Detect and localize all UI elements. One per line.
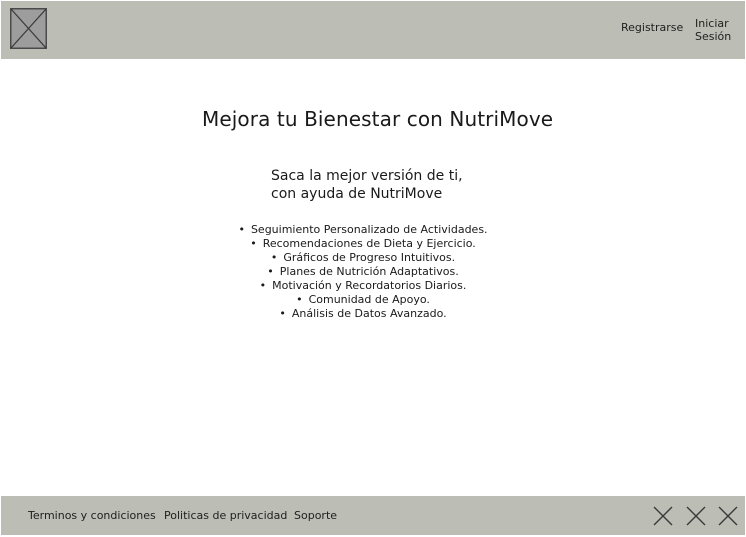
login-label-line1: Iniciar — [695, 17, 729, 30]
bullet-icon: • — [250, 237, 257, 250]
feature-item: • Gráficos de Progreso Intuitivos. — [232, 251, 494, 265]
register-link[interactable]: Registrarse — [621, 21, 683, 34]
terms-link[interactable]: Terminos y condiciones — [28, 509, 156, 522]
bullet-icon: • — [267, 265, 274, 278]
feature-item: • Comunidad de Apoyo. — [232, 293, 494, 307]
feature-label: Análisis de Datos Avanzado. — [291, 307, 447, 320]
feature-label: Planes de Nutrición Adaptativos. — [279, 265, 459, 278]
landing-page: Registrarse Iniciar Sesión Mejora tu Bie… — [0, 0, 746, 537]
top-navbar: Registrarse Iniciar Sesión — [1, 1, 745, 59]
privacy-link[interactable]: Politicas de privacidad — [164, 509, 287, 522]
feature-item: • Motivación y Recordatorios Diarios. — [232, 279, 494, 293]
support-link[interactable]: Soporte — [294, 509, 337, 522]
bullet-icon: • — [270, 251, 278, 264]
feature-label: Comunidad de Apoyo. — [308, 293, 430, 306]
subtitle-line1: Saca la mejor versión de ti, — [271, 168, 463, 184]
footer: Terminos y condiciones Politicas de priv… — [1, 496, 745, 535]
placeholder-icon[interactable] — [686, 506, 706, 526]
feature-label: Motivación y Recordatorios Diarios. — [272, 279, 467, 292]
hero-subtitle: Saca la mejor versión de ti, con ayuda d… — [271, 167, 463, 203]
login-label-line2: Sesión — [695, 30, 732, 43]
feature-item: • Recomendaciones de Dieta y Ejercicio. — [232, 237, 494, 251]
feature-item: • Análisis de Datos Avanzado. — [232, 307, 494, 321]
login-link[interactable]: Iniciar Sesión — [695, 17, 741, 43]
feature-label: Seguimiento Personalizado de Actividades… — [250, 223, 488, 236]
feature-label: Gráficos de Progreso Intuitivos. — [283, 251, 456, 264]
features-list: • Seguimiento Personalizado de Actividade… — [232, 223, 494, 321]
placeholder-image-icon[interactable] — [10, 8, 47, 49]
bullet-icon: • — [279, 307, 286, 320]
page-title: Mejora tu Bienestar con NutriMove — [202, 107, 554, 131]
feature-label: Recomendaciones de Dieta y Ejercicio. — [262, 237, 476, 250]
feature-item: • Planes de Nutrición Adaptativos. — [232, 265, 494, 279]
feature-item: • Seguimiento Personalizado de Actividade… — [232, 223, 494, 237]
bullet-icon: • — [238, 223, 245, 236]
placeholder-icon[interactable] — [718, 506, 738, 526]
subtitle-line2: con ayuda de NutriMove — [271, 186, 443, 202]
placeholder-icon[interactable] — [653, 506, 673, 526]
bullet-icon: • — [259, 279, 267, 292]
bullet-icon: • — [296, 293, 303, 306]
